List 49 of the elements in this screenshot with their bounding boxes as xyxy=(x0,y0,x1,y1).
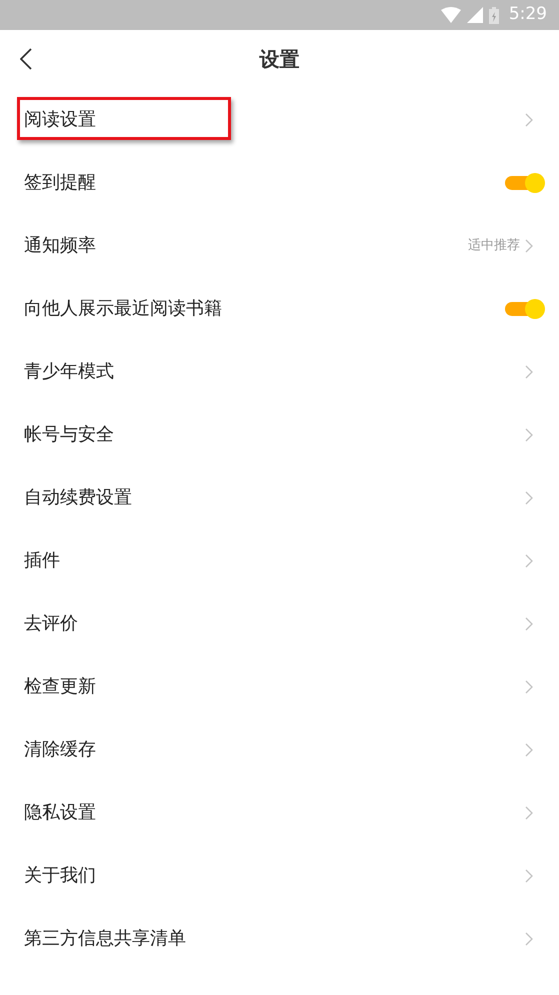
settings-row[interactable]: 帐号与安全 xyxy=(0,403,559,466)
battery-icon xyxy=(488,6,499,24)
row-label: 签到提醒 xyxy=(24,171,96,195)
settings-row[interactable]: 自动续费设置 xyxy=(0,466,559,529)
settings-row[interactable]: 关于我们 xyxy=(0,844,559,907)
back-icon xyxy=(20,48,32,70)
settings-row[interactable]: 插件 xyxy=(0,529,559,592)
chevron-right-icon xyxy=(525,868,533,882)
settings-row[interactable]: 第三方信息共享清单 xyxy=(0,907,559,970)
row-label: 青少年模式 xyxy=(24,360,114,384)
chevron-right-icon xyxy=(525,554,533,568)
settings-row[interactable]: 青少年模式 xyxy=(0,340,559,403)
row-label: 插件 xyxy=(24,549,60,573)
row-label: 隐私设置 xyxy=(24,801,96,825)
settings-row[interactable]: 隐私设置 xyxy=(0,781,559,844)
chevron-right-icon xyxy=(525,742,533,756)
row-label: 检查更新 xyxy=(24,675,96,699)
chevron-right-icon xyxy=(525,112,533,126)
toggle-switch[interactable] xyxy=(505,172,545,192)
row-label: 阅读设置 xyxy=(24,108,96,132)
row-label: 清除缓存 xyxy=(24,738,96,762)
row-value: 适中推荐 xyxy=(468,236,520,255)
settings-row[interactable]: 阅读设置 xyxy=(0,88,559,151)
settings-row[interactable]: 清除缓存 xyxy=(0,718,559,781)
chevron-right-icon xyxy=(525,428,533,442)
chevron-right-icon xyxy=(525,238,533,252)
row-label: 关于我们 xyxy=(24,864,96,888)
status-time: 5:29 xyxy=(508,3,547,26)
toggle-switch[interactable] xyxy=(505,298,545,318)
row-label: 第三方信息共享清单 xyxy=(24,927,186,951)
settings-row[interactable]: 去评价 xyxy=(0,592,559,655)
row-label: 帐号与安全 xyxy=(24,423,114,447)
signal-icon xyxy=(466,7,483,23)
row-label: 通知频率 xyxy=(24,234,96,258)
settings-row[interactable]: 检查更新 xyxy=(0,655,559,718)
chevron-right-icon xyxy=(525,680,533,694)
page-title: 设置 xyxy=(260,46,300,73)
row-label: 去评价 xyxy=(24,612,78,636)
row-label: 向他人展示最近阅读书籍 xyxy=(24,297,222,321)
settings-row[interactable]: 向他人展示最近阅读书籍 xyxy=(0,277,559,340)
row-label: 自动续费设置 xyxy=(24,486,132,510)
chevron-right-icon xyxy=(525,932,533,946)
chevron-right-icon xyxy=(525,364,533,378)
chevron-right-icon xyxy=(525,616,533,630)
settings-row[interactable]: 通知频率 适中推荐 xyxy=(0,214,559,277)
chevron-right-icon xyxy=(525,490,533,504)
settings-row[interactable]: 签到提醒 xyxy=(0,151,559,214)
chevron-right-icon xyxy=(525,806,533,820)
wifi-icon xyxy=(440,7,461,23)
